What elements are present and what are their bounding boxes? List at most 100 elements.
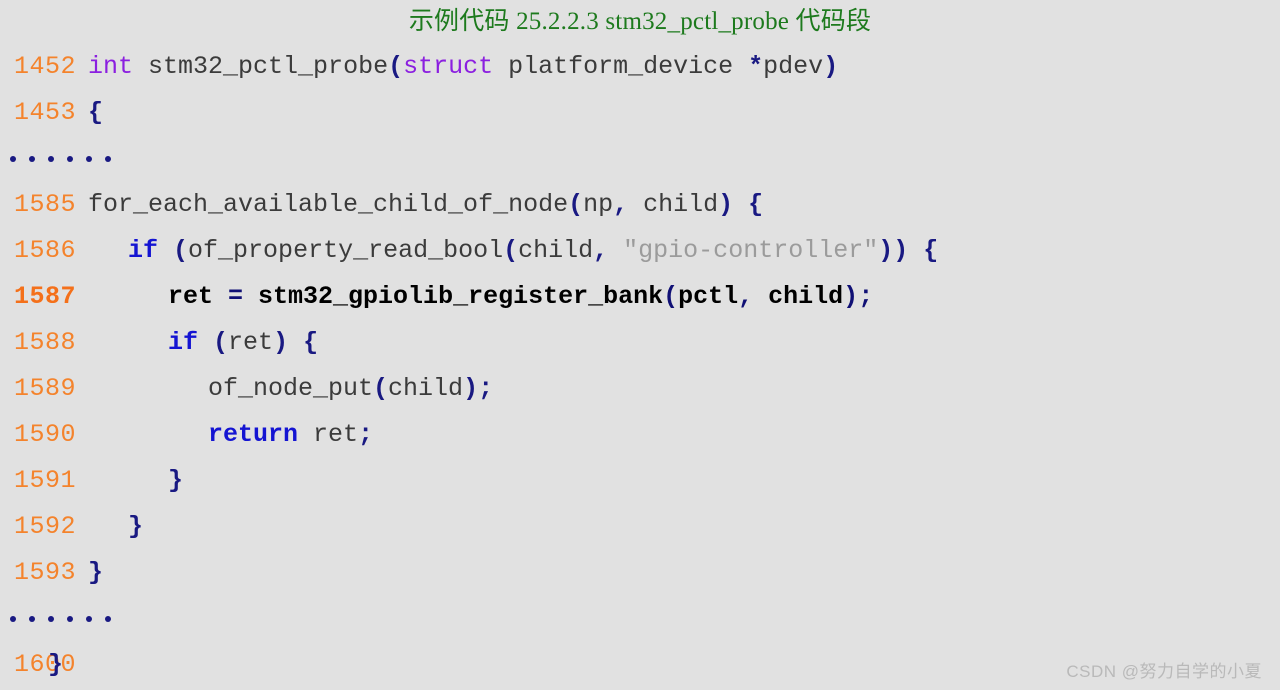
code-line-text: ret = stm32_gpiolib_register_bank(pctl, … — [168, 274, 873, 320]
line-number: 1600 — [14, 650, 77, 679]
figure-caption: 示例代码 25.2.2.3 stm32_pctl_probe 代码段 — [408, 8, 872, 35]
code-token: , — [593, 236, 609, 265]
ellipsis-dot — [10, 156, 16, 162]
ellipsis-dots — [10, 136, 111, 182]
code-token: stm32_gpiolib_register_bank — [243, 282, 664, 311]
code-token: ; — [358, 420, 374, 449]
line-number: 1452 — [14, 52, 77, 81]
code-token: ) — [718, 190, 734, 219]
code-token: ret — [298, 420, 359, 449]
code-line-row: 1589 of_node_put(child); — [0, 366, 1280, 412]
code-token: for_each_available_child_of_node — [88, 190, 569, 219]
code-token: ret — [168, 282, 229, 311]
line-number: 1593 — [14, 558, 77, 587]
code-token: } — [128, 512, 144, 541]
code-token: int — [88, 52, 134, 81]
code-line-text: } — [128, 504, 143, 550]
code-token: ) — [463, 374, 479, 403]
code-token: = — [228, 282, 244, 311]
line-number: 1592 — [14, 512, 77, 541]
code-line-row: 1586 if (of_property_read_bool(child, "gp… — [0, 228, 1280, 274]
code-token: , — [738, 282, 754, 311]
code-token: stm32_pctl_probe — [148, 52, 389, 81]
code-block: 1452 int stm32_pctl_probe(struct platform… — [0, 44, 1280, 688]
code-token: platform_device — [493, 52, 749, 81]
code-token: of_node_put — [208, 374, 374, 403]
code-snippet-figure: 示例代码 25.2.2.3 stm32_pctl_probe 代码段 1452 i… — [0, 0, 1280, 690]
code-line-row: 1591} — [0, 458, 1280, 504]
code-token: ( — [213, 328, 229, 357]
line-number: 1590 — [14, 420, 77, 449]
code-token: ) — [823, 52, 839, 81]
ellipsis-dot — [86, 156, 92, 162]
code-line-row: 1590 return ret; — [0, 412, 1280, 458]
code-token: } — [48, 650, 64, 679]
code-token: pdev — [763, 52, 824, 81]
line-number: 1453 — [14, 98, 77, 127]
code-token: child — [388, 374, 464, 403]
code-line-text: int stm32_pctl_probe(struct platform_dev… — [88, 44, 838, 90]
code-token: child — [753, 282, 844, 311]
code-token: if — [168, 328, 199, 357]
ellipsis-dot — [67, 616, 73, 622]
code-token: child — [518, 236, 594, 265]
line-number: 1585 — [14, 190, 77, 219]
code-token: * — [748, 52, 764, 81]
ellipsis-dot — [48, 156, 54, 162]
line-number: 1587 — [14, 282, 77, 311]
ellipsis-dot — [29, 156, 35, 162]
code-token: np — [583, 190, 614, 219]
code-line-row: 1585 for_each_available_child_of_node(np,… — [0, 182, 1280, 228]
code-line-text: of_node_put(child); — [208, 366, 493, 412]
code-ellipsis-row — [0, 136, 1280, 182]
ellipsis-dot — [48, 616, 54, 622]
code-token: ( — [663, 282, 679, 311]
code-token: ( — [388, 52, 404, 81]
code-token: ; — [858, 282, 874, 311]
code-token: "gpio-controller" — [623, 236, 879, 265]
ellipsis-dots — [10, 596, 111, 642]
line-number: 1586 — [14, 236, 77, 265]
line-number: 1588 — [14, 328, 77, 357]
code-line-text: for_each_available_child_of_node(np, chi… — [88, 182, 763, 228]
code-line-text: if (of_property_read_bool(child, "gpio-c… — [128, 228, 938, 274]
code-token: , — [613, 190, 629, 219]
code-token: { — [303, 328, 319, 357]
code-token: ( — [568, 190, 584, 219]
code-token: ( — [503, 236, 519, 265]
code-line-row: 1593} — [0, 550, 1280, 596]
code-line-text: } — [48, 642, 63, 688]
code-line-text: if (ret) { — [168, 320, 318, 366]
line-number: 1591 — [14, 466, 77, 495]
code-token: ( — [373, 374, 389, 403]
code-line-row: 1453 { — [0, 90, 1280, 136]
ellipsis-dot — [105, 616, 111, 622]
code-line-row: 1587 ret = stm32_gpiolib_register_bank(pc… — [0, 274, 1280, 320]
code-line-row: 1588 if (ret) { — [0, 320, 1280, 366]
code-token: if — [128, 236, 159, 265]
code-token: return — [208, 420, 299, 449]
code-token: ret — [228, 328, 274, 357]
code-token: ) — [843, 282, 859, 311]
code-token: } — [168, 466, 184, 495]
code-token: of_property_read_bool — [188, 236, 504, 265]
code-token: { — [88, 98, 104, 127]
code-token: { — [923, 236, 939, 265]
code-token: } — [88, 558, 104, 587]
code-token: { — [748, 190, 764, 219]
code-line-text: return ret; — [208, 412, 373, 458]
code-token: ; — [478, 374, 494, 403]
code-token: ) — [878, 236, 894, 265]
ellipsis-dot — [10, 616, 16, 622]
code-line-row: 1592} — [0, 504, 1280, 550]
code-line-text: } — [168, 458, 183, 504]
code-token: struct — [403, 52, 494, 81]
line-number: 1589 — [14, 374, 77, 403]
ellipsis-dot — [29, 616, 35, 622]
